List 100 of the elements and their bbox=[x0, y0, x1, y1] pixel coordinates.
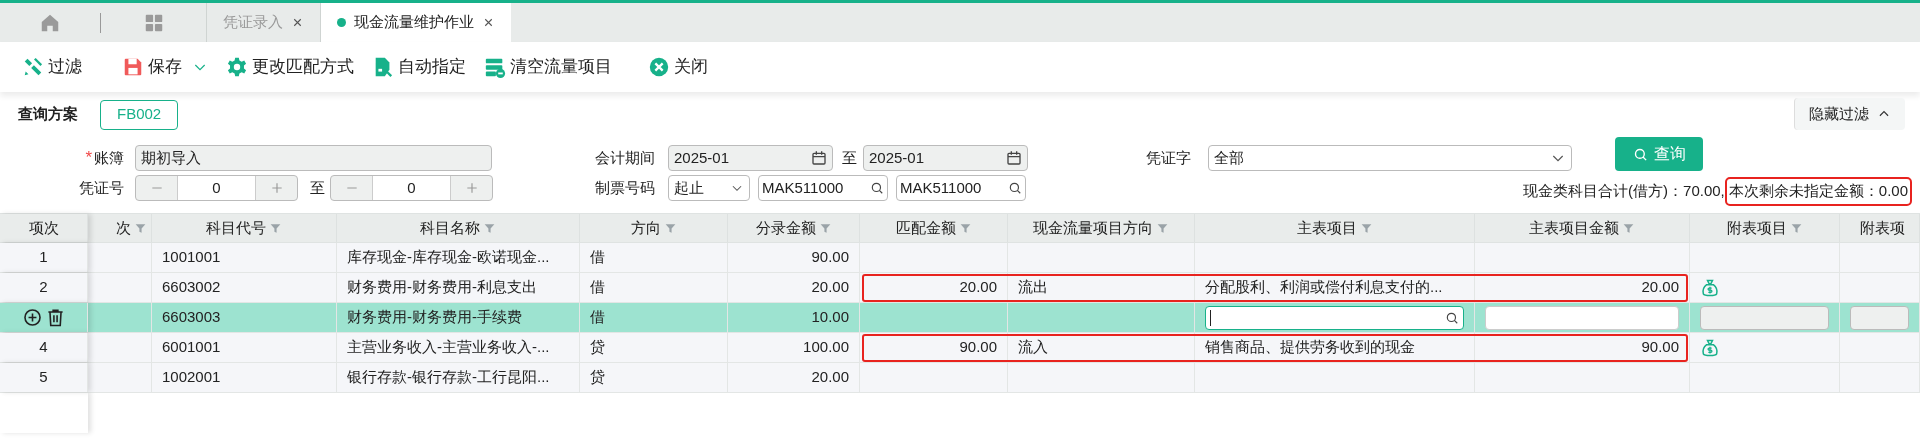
table-cell-text: 6001001 bbox=[162, 337, 221, 358]
table-cell-text: 90.00 bbox=[959, 337, 997, 358]
table-cell-text: 贷 bbox=[590, 367, 605, 388]
table-cell-text: 90.00 bbox=[1641, 337, 1679, 358]
field-label: 会计期间 bbox=[595, 147, 655, 168]
filter-icon[interactable] bbox=[134, 221, 147, 235]
close-icon[interactable] bbox=[291, 16, 304, 29]
table-cell-text: 财务费用-财务费用-手续费 bbox=[347, 307, 522, 328]
table-cell-text: 20.00 bbox=[959, 277, 997, 298]
tab[interactable]: 现金流量维护作业 bbox=[320, 3, 511, 42]
calendar-icon[interactable] bbox=[811, 150, 827, 166]
filter-icon[interactable] bbox=[958, 221, 972, 235]
delete-icon[interactable] bbox=[45, 308, 65, 327]
input-field[interactable] bbox=[1485, 305, 1679, 330]
search-icon bbox=[1445, 310, 1459, 325]
table-cell-text: 财务费用-财务费用-利息支出 bbox=[347, 277, 537, 298]
column-header[interactable]: 科目名称 bbox=[337, 214, 580, 242]
toolbar-button[interactable]: 清空流量项目 bbox=[484, 54, 612, 80]
row-number: 4 bbox=[39, 337, 48, 358]
field-label: 账簿 bbox=[94, 147, 124, 168]
filter-icon[interactable] bbox=[1156, 221, 1169, 235]
search-icon bbox=[1632, 146, 1648, 162]
column-header[interactable]: 主表项目 bbox=[1195, 214, 1475, 242]
calendar-icon[interactable] bbox=[1006, 150, 1022, 166]
summary-text: 本次剩余未指定金额：0.00 bbox=[1726, 179, 1910, 204]
stepper-value: 0 bbox=[178, 176, 255, 200]
column-header[interactable]: 主表项目金额 bbox=[1475, 214, 1690, 242]
plus-icon[interactable] bbox=[464, 181, 479, 195]
toolbar-button[interactable]: 过滤 bbox=[22, 54, 82, 80]
search-field[interactable]: MAK511000 bbox=[896, 175, 1026, 201]
table-cell-text: 分配股利、利润或偿付利息支付的... bbox=[1205, 277, 1443, 298]
hide-filter-button[interactable]: 隐藏过滤 bbox=[1794, 98, 1905, 130]
field-label: 凭证字 bbox=[1146, 147, 1191, 168]
table-cell-text: 6603002 bbox=[162, 277, 221, 298]
close-icon bbox=[648, 56, 670, 78]
filter-icon[interactable] bbox=[818, 221, 832, 235]
table-cell-text: 流出 bbox=[1018, 277, 1048, 298]
table-cell-text: 20.00 bbox=[1641, 277, 1679, 298]
table-cell-text: 100.00 bbox=[803, 337, 849, 358]
search-field[interactable] bbox=[1205, 305, 1464, 330]
table-cell-text: 1002001 bbox=[162, 367, 221, 388]
money-bag-icon[interactable] bbox=[1700, 277, 1720, 298]
number-stepper[interactable]: 0 bbox=[330, 175, 493, 201]
search-field[interactable]: MAK511000 bbox=[758, 175, 888, 201]
column-header[interactable]: 附表项目 bbox=[1690, 214, 1840, 242]
table-cell-text: 20.00 bbox=[811, 277, 849, 298]
table-cell-text: 1001001 bbox=[162, 247, 221, 268]
settings-icon bbox=[226, 56, 248, 78]
table-cell-text: 10.00 bbox=[811, 307, 849, 328]
column-header[interactable]: 科目代号 bbox=[152, 214, 337, 242]
toolbar-button[interactable]: 自动指定 bbox=[372, 54, 466, 80]
select-value: 起止 bbox=[674, 177, 704, 198]
table-cell-text: 销售商品、提供劳务收到的现金 bbox=[1205, 337, 1415, 358]
table-cell-text: 借 bbox=[590, 277, 605, 298]
filter-icon[interactable] bbox=[483, 221, 496, 235]
list-minus-icon bbox=[484, 56, 506, 78]
table-cell-text: 主营业务收入-主营业务收入-... bbox=[347, 337, 550, 358]
filter-icon[interactable] bbox=[1622, 221, 1635, 235]
toolbar-button[interactable]: 关闭 bbox=[648, 54, 708, 80]
column-header[interactable]: 现金流量项目方向 bbox=[1008, 214, 1195, 242]
close-icon[interactable] bbox=[482, 16, 495, 29]
row-number: 1 bbox=[39, 247, 48, 268]
table-cell-text: 银行存款-银行存款-工行昆阳... bbox=[347, 367, 550, 388]
field-label: 制票号码 bbox=[595, 177, 655, 198]
table-cell-text: 90.00 bbox=[811, 247, 849, 268]
add-icon[interactable] bbox=[22, 308, 42, 327]
date-field[interactable]: 2025-01 bbox=[668, 145, 833, 171]
table-cell-text: 贷 bbox=[590, 337, 605, 358]
table-cell-text: 20.00 bbox=[811, 367, 849, 388]
column-header[interactable]: 附表项 bbox=[1840, 214, 1920, 242]
pencil-icon bbox=[22, 56, 44, 78]
field-value: MAK511000 bbox=[900, 177, 982, 198]
table-cell-text: 流入 bbox=[1018, 337, 1048, 358]
column-header[interactable]: 匹配金额 bbox=[860, 214, 1008, 242]
column-header[interactable]: 方向 bbox=[580, 214, 728, 242]
row-number: 2 bbox=[39, 277, 48, 298]
voucher-word-select[interactable]: 全部 bbox=[1208, 145, 1572, 171]
filter-icon[interactable] bbox=[1789, 221, 1803, 235]
money-bag-icon[interactable] bbox=[1700, 337, 1720, 358]
column-header[interactable]: 分录金额 bbox=[728, 214, 860, 242]
summary-text: 现金类科目合计(借方)：70.00, bbox=[1522, 181, 1726, 201]
stepper-value: 0 bbox=[373, 176, 450, 200]
table-cell-text: 库存现金-库存现金-欧诺现金... bbox=[347, 247, 550, 268]
toolbar-button[interactable]: 更改匹配方式 bbox=[226, 54, 354, 80]
mode-select[interactable]: 起止 bbox=[668, 175, 750, 201]
search-icon bbox=[1008, 181, 1022, 195]
toolbar-button[interactable]: 保存 bbox=[122, 54, 182, 80]
column-header[interactable]: 次 bbox=[88, 214, 152, 242]
required-mark: * bbox=[85, 147, 92, 170]
search-icon bbox=[870, 181, 884, 195]
separator-label: 至 bbox=[842, 147, 857, 168]
filter-icon[interactable] bbox=[1359, 221, 1373, 235]
column-header[interactable]: 项次 bbox=[0, 214, 88, 242]
plus-icon[interactable] bbox=[269, 181, 284, 195]
ledger-field: 期初导入 bbox=[135, 145, 492, 171]
number-stepper[interactable]: 0 bbox=[135, 175, 298, 201]
filter-icon[interactable] bbox=[663, 221, 677, 235]
date-field[interactable]: 2025-01 bbox=[863, 145, 1028, 171]
filter-icon[interactable] bbox=[269, 221, 282, 235]
field-value: MAK511000 bbox=[762, 177, 844, 198]
